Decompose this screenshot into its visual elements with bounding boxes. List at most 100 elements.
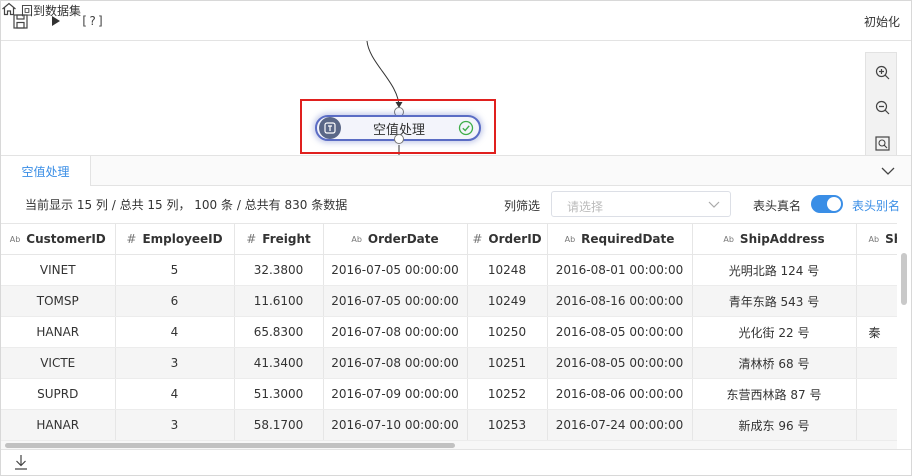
column-header-label: OrderID xyxy=(488,232,542,246)
column-header[interactable]: # EmployeeID xyxy=(115,223,235,255)
app-frame: [?] 回到数据集 初始化 空值处理 空值处理 当前显示 15 列 / 总共 1… xyxy=(0,0,912,476)
table-cell: HANAR xyxy=(1,409,116,441)
table-cell: 41.3400 xyxy=(234,347,324,379)
number-type-icon: # xyxy=(472,232,483,246)
node-type-icon xyxy=(319,117,341,139)
data-summary: 当前显示 15 列 / 总共 15 列， 100 条 / 总共有 830 条数据 xyxy=(25,198,348,212)
save-icon[interactable] xyxy=(12,12,28,30)
table-cell: 新成东 96 号 xyxy=(692,409,857,441)
column-header-label: Freight xyxy=(262,232,311,246)
zoom-in-icon[interactable] xyxy=(873,63,891,81)
column-header[interactable]: Ab RequiredDate xyxy=(547,223,693,255)
zoom-out-icon[interactable] xyxy=(873,98,891,116)
real-header-label: 表头真名 xyxy=(753,199,802,213)
check-circle-icon xyxy=(457,119,475,137)
table-cell: 东营西林路 87 号 xyxy=(692,378,857,410)
vertical-scrollbar[interactable] xyxy=(898,223,911,441)
table-cell: 2016-07-08 00:00:00 xyxy=(323,316,468,348)
table-cell: TOMSP xyxy=(1,285,116,317)
table-cell xyxy=(856,254,897,286)
download-icon[interactable] xyxy=(14,454,28,470)
chevron-down-icon xyxy=(708,198,720,210)
zoom-panel xyxy=(865,52,897,155)
initialize-button[interactable]: 初始化 xyxy=(864,13,900,30)
table-cell: 秦 xyxy=(856,316,897,348)
table-cell: 2016-08-01 00:00:00 xyxy=(547,254,693,286)
header-name-switch[interactable] xyxy=(811,195,843,213)
table-cell xyxy=(856,409,897,441)
table-cell xyxy=(856,347,897,379)
table-row[interactable]: HANAR 3 58.1700 2016-07-10 00:00:00 10253 201… xyxy=(1,409,897,441)
switch-knob xyxy=(827,197,841,211)
run-icon[interactable] xyxy=(49,12,63,30)
table-cell: 10248 xyxy=(467,254,548,286)
table-cell: 2016-07-10 00:00:00 xyxy=(323,409,468,441)
data-table: Ab CustomerID # EmployeeID # Freight Ab OrderDa… xyxy=(1,223,897,441)
column-header-label: Sh xyxy=(885,232,897,246)
column-filter-label: 列筛选 xyxy=(504,199,541,213)
table-cell: SUPRD xyxy=(1,378,116,410)
table-cell: 3 xyxy=(115,409,235,441)
table-cell: 11.6100 xyxy=(234,285,324,317)
column-header[interactable]: Ab Sh xyxy=(856,223,897,255)
horizontal-scroll-thumb[interactable] xyxy=(5,443,455,448)
text-type-icon: Ab xyxy=(564,235,576,244)
flow-canvas[interactable]: 空值处理 xyxy=(1,41,911,155)
help-button[interactable]: [?] xyxy=(81,12,105,30)
table-cell: 10250 xyxy=(467,316,548,348)
table-cell: 2016-07-05 00:00:00 xyxy=(323,254,468,286)
column-header[interactable]: # Freight xyxy=(234,223,324,255)
back-to-dataset-button[interactable]: 回到数据集 xyxy=(1,1,911,19)
column-header[interactable]: Ab CustomerID xyxy=(1,223,116,255)
table-header-row: Ab CustomerID # EmployeeID # Freight Ab OrderDa… xyxy=(1,223,897,255)
table-cell: 4 xyxy=(115,316,235,348)
table-cell: 2016-08-05 00:00:00 xyxy=(547,347,693,379)
table-cell: 32.3800 xyxy=(234,254,324,286)
table-cell: 10249 xyxy=(467,285,548,317)
table-row[interactable]: HANAR 4 65.8300 2016-07-08 00:00:00 10250 201… xyxy=(1,316,897,348)
column-filter-select[interactable]: 请选择 xyxy=(551,191,731,217)
header-alias-label: 表头别名 xyxy=(852,199,901,213)
fit-view-icon[interactable] xyxy=(873,134,891,152)
vertical-scroll-thumb[interactable] xyxy=(901,253,907,305)
column-header[interactable]: Ab OrderDate xyxy=(323,223,468,255)
table-cell: 6 xyxy=(115,285,235,317)
table-cell: 2016-07-09 00:00:00 xyxy=(323,378,468,410)
table-row[interactable]: VICTE 3 41.3400 2016-07-08 00:00:00 10251 201… xyxy=(1,347,897,379)
table-cell: 2016-07-08 00:00:00 xyxy=(323,347,468,379)
table-cell: 10251 xyxy=(467,347,548,379)
table-cell: 2016-07-24 00:00:00 xyxy=(547,409,693,441)
table-cell: VICTE xyxy=(1,347,116,379)
chevron-down-icon[interactable] xyxy=(881,164,895,178)
table-cell: 5 xyxy=(115,254,235,286)
column-header-label: ShipAddress xyxy=(739,232,825,246)
table-cell xyxy=(856,285,897,317)
table-cell: VINET xyxy=(1,254,116,286)
table-cell: 4 xyxy=(115,378,235,410)
panel-footer xyxy=(1,449,911,475)
table-cell: 光明北路 124 号 xyxy=(692,254,857,286)
table-cell: 光化街 22 号 xyxy=(692,316,857,348)
data-table-container: Ab CustomerID # EmployeeID # Freight Ab OrderDa… xyxy=(1,223,897,441)
node-output-port[interactable] xyxy=(394,134,404,144)
table-row[interactable]: TOMSP 6 11.6100 2016-07-05 00:00:00 10249 201… xyxy=(1,285,897,317)
column-header[interactable]: Ab ShipAddress xyxy=(692,223,857,255)
column-header-label: CustomerID xyxy=(26,232,106,246)
table-cell: 2016-08-16 00:00:00 xyxy=(547,285,693,317)
table-cell: 10253 xyxy=(467,409,548,441)
table-cell: 10252 xyxy=(467,378,548,410)
table-cell: 51.3000 xyxy=(234,378,324,410)
table-cell: 2016-07-05 00:00:00 xyxy=(323,285,468,317)
table-row[interactable]: SUPRD 4 51.3000 2016-07-09 00:00:00 10252 201… xyxy=(1,378,897,410)
table-row[interactable]: VINET 5 32.3800 2016-07-05 00:00:00 10248 201… xyxy=(1,254,897,286)
horizontal-scrollbar[interactable] xyxy=(1,441,897,449)
column-header-label: RequiredDate xyxy=(581,232,675,246)
table-cell: 清林桥 68 号 xyxy=(692,347,857,379)
column-header[interactable]: # OrderID xyxy=(467,223,548,255)
table-cell: 58.1700 xyxy=(234,409,324,441)
column-header-label: OrderDate xyxy=(367,232,439,246)
table-cell xyxy=(856,378,897,410)
table-body: VINET 5 32.3800 2016-07-05 00:00:00 10248 201… xyxy=(1,254,897,441)
tab-null-handling[interactable]: 空值处理 xyxy=(1,156,91,186)
result-tabbar: 空值处理 xyxy=(1,155,911,186)
